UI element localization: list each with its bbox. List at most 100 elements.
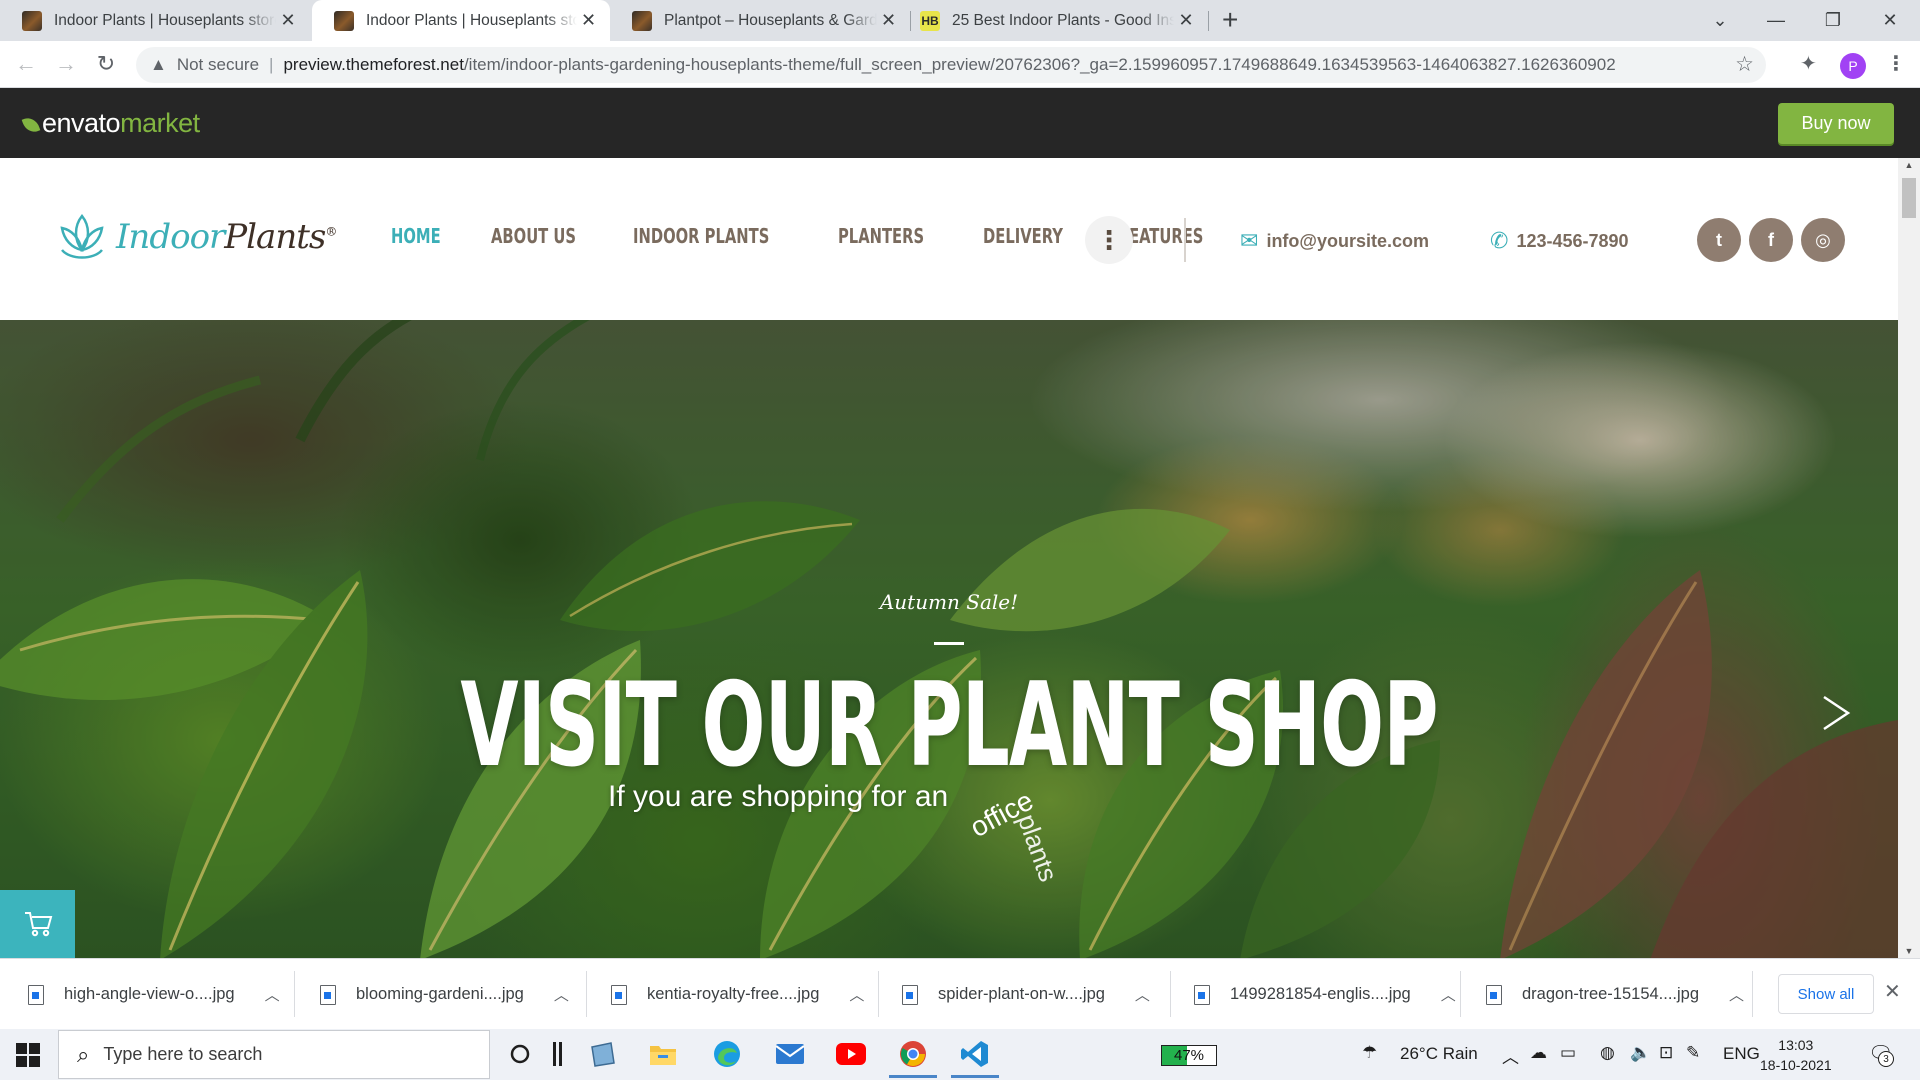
more-menu-button[interactable]: ⋮ bbox=[1085, 216, 1133, 264]
notification-center-button[interactable]: 🗨 3 bbox=[1868, 1041, 1894, 1067]
tab-2-active[interactable]: Indoor Plants | Houseplants store ✕ bbox=[312, 0, 610, 41]
chevron-up-icon[interactable]: ︿ bbox=[554, 984, 569, 1005]
nav-indoor-plants[interactable]: INDOOR PLANTS bbox=[633, 224, 769, 248]
url-host[interactable]: preview.themeforest.net bbox=[283, 55, 463, 75]
tablet-app-icon[interactable] bbox=[585, 1037, 621, 1071]
close-window-button[interactable]: ✕ bbox=[1862, 0, 1918, 41]
minimize-button[interactable]: — bbox=[1748, 0, 1804, 41]
cortana-icon[interactable] bbox=[502, 1037, 538, 1071]
twitter-button[interactable]: t bbox=[1697, 218, 1741, 262]
download-item[interactable]: spider-plant-on-w....jpg ︿ bbox=[902, 959, 1150, 1030]
mail-app-icon[interactable] bbox=[772, 1037, 808, 1071]
edge-browser-icon[interactable] bbox=[709, 1037, 745, 1071]
youtube-app-icon[interactable] bbox=[833, 1037, 869, 1071]
email-address[interactable]: info@yoursite.com bbox=[1266, 231, 1429, 252]
download-item[interactable]: high-angle-view-o....jpg ︿ bbox=[28, 959, 280, 1030]
site-logo[interactable]: IndoorPlants® bbox=[54, 210, 337, 264]
reload-button[interactable]: ↻ bbox=[90, 48, 122, 80]
weather-rain-icon[interactable]: ☂ bbox=[1362, 1043, 1377, 1063]
network-globe-icon[interactable]: ◍ bbox=[1600, 1043, 1615, 1063]
slider-next-arrow-icon[interactable] bbox=[1818, 695, 1854, 731]
close-tab-icon[interactable]: ✕ bbox=[877, 10, 900, 31]
url-path[interactable]: /item/indoor-plants-gardening-houseplant… bbox=[464, 55, 1616, 75]
cloud-sync-icon[interactable]: ☁ bbox=[1530, 1043, 1547, 1063]
download-filename[interactable]: 1499281854-englis....jpg bbox=[1230, 985, 1411, 1004]
battery-indicator[interactable]: 47% bbox=[1161, 1045, 1217, 1066]
warning-triangle-icon[interactable]: ▲ bbox=[150, 55, 167, 75]
nav-planters[interactable]: PLANTERS bbox=[838, 224, 924, 248]
nav-home[interactable]: HOME bbox=[391, 224, 441, 248]
show-hidden-icons-chevron-icon[interactable]: ︿ bbox=[1502, 1043, 1519, 1068]
download-filename[interactable]: spider-plant-on-w....jpg bbox=[938, 985, 1105, 1004]
taskbar-search-placeholder[interactable]: Type here to search bbox=[103, 1044, 262, 1065]
hb-favicon-icon: HB bbox=[920, 10, 940, 31]
plant-favicon-icon bbox=[632, 10, 652, 31]
image-file-icon bbox=[1194, 984, 1210, 1005]
chevron-up-icon[interactable]: ︿ bbox=[1135, 984, 1150, 1005]
nav-delivery[interactable]: DELIVERY bbox=[983, 224, 1063, 248]
task-view-icon[interactable] bbox=[540, 1037, 576, 1071]
buy-now-button[interactable]: Buy now bbox=[1778, 103, 1894, 144]
download-item[interactable]: dragon-tree-15154....jpg ︿ bbox=[1486, 959, 1744, 1030]
scroll-down-arrow-icon[interactable]: ▼ bbox=[1898, 946, 1920, 956]
back-button[interactable]: ← bbox=[10, 48, 42, 80]
envelope-icon: ✉ bbox=[1240, 228, 1259, 253]
address-bar[interactable]: ▲ Not secure | preview.themeforest.net/i… bbox=[136, 47, 1766, 83]
chevron-up-icon[interactable]: ︿ bbox=[265, 984, 280, 1005]
contact-phone[interactable]: ✆ 123-456-7890 bbox=[1490, 228, 1629, 254]
meet-now-icon[interactable]: ⊡ bbox=[1659, 1043, 1673, 1063]
phone-number[interactable]: 123-456-7890 bbox=[1516, 231, 1628, 252]
hero-subline: If you are shopping for an bbox=[608, 780, 949, 813]
restore-button[interactable]: ❐ bbox=[1805, 0, 1861, 41]
nav-about-us[interactable]: ABOUT US bbox=[491, 224, 576, 248]
show-all-downloads-button[interactable]: Show all bbox=[1778, 974, 1874, 1014]
vscode-app-icon[interactable] bbox=[951, 1037, 999, 1078]
envato-market-logo[interactable]: envatomarket bbox=[21, 108, 200, 139]
scroll-up-arrow-icon[interactable]: ▲ bbox=[1898, 160, 1920, 170]
extensions-puzzle-icon[interactable]: ✦ bbox=[1800, 51, 1817, 76]
page-scrollbar[interactable]: ▲ ▼ bbox=[1898, 158, 1920, 958]
download-filename[interactable]: dragon-tree-15154....jpg bbox=[1522, 985, 1699, 1004]
tab-search-chevron-icon[interactable]: ⌄ bbox=[1692, 0, 1748, 41]
chevron-up-icon[interactable]: ︿ bbox=[1441, 984, 1456, 1005]
download-item[interactable]: blooming-gardeni....jpg ︿ bbox=[320, 959, 569, 1030]
security-label[interactable]: Not secure bbox=[177, 55, 259, 75]
new-tab-button[interactable]: + bbox=[1222, 4, 1238, 36]
tab-1[interactable]: Indoor Plants | Houseplants store ✕ bbox=[0, 0, 312, 41]
chrome-menu-icon[interactable]: ⋮ bbox=[1886, 51, 1906, 76]
download-filename[interactable]: kentia-royalty-free....jpg bbox=[647, 985, 819, 1004]
bookmark-star-icon[interactable]: ☆ bbox=[1735, 52, 1754, 77]
chevron-up-icon[interactable]: ︿ bbox=[1729, 984, 1744, 1005]
instagram-button[interactable]: ◎ bbox=[1801, 218, 1845, 262]
download-filename[interactable]: blooming-gardeni....jpg bbox=[356, 985, 524, 1004]
facebook-button[interactable]: f bbox=[1749, 218, 1793, 262]
tab-3[interactable]: Plantpot – Houseplants & Garden ✕ bbox=[610, 0, 910, 41]
close-tab-icon[interactable]: ✕ bbox=[1174, 10, 1198, 31]
file-explorer-icon[interactable] bbox=[645, 1037, 681, 1071]
side-cart-button[interactable] bbox=[0, 890, 75, 958]
chrome-app-icon[interactable] bbox=[889, 1037, 937, 1078]
forward-button[interactable]: → bbox=[50, 48, 82, 80]
scrollbar-thumb[interactable] bbox=[1902, 178, 1916, 218]
system-clock[interactable]: 13:03 18-10-2021 bbox=[1760, 1035, 1832, 1075]
weather-text[interactable]: 26°C Rain bbox=[1400, 1044, 1478, 1064]
pen-icon[interactable]: ✎ bbox=[1686, 1043, 1700, 1063]
chevron-up-icon[interactable]: ︿ bbox=[849, 984, 864, 1005]
tab-4[interactable]: HB 25 Best Indoor Plants - Good Insi ✕ bbox=[898, 0, 1208, 41]
volume-icon[interactable]: 🔈 bbox=[1630, 1043, 1651, 1063]
close-tab-icon[interactable]: ✕ bbox=[577, 10, 600, 31]
close-tab-icon[interactable]: ✕ bbox=[276, 10, 300, 31]
battery-tray-icon[interactable]: ▭ bbox=[1560, 1043, 1576, 1063]
registered-mark: ® bbox=[325, 224, 337, 239]
taskbar-search-box[interactable]: ⌕ Type here to search bbox=[58, 1030, 490, 1079]
side-toolbar bbox=[0, 890, 75, 958]
download-item[interactable]: kentia-royalty-free....jpg ︿ bbox=[611, 959, 864, 1030]
download-item[interactable]: 1499281854-englis....jpg ︿ bbox=[1194, 959, 1456, 1030]
download-filename[interactable]: high-angle-view-o....jpg bbox=[64, 985, 235, 1004]
profile-avatar[interactable]: P bbox=[1840, 53, 1866, 79]
close-shelf-icon[interactable]: ✕ bbox=[1884, 979, 1901, 1004]
hero-kicker: Autumn Sale! bbox=[879, 590, 1019, 614]
windows-start-icon[interactable] bbox=[16, 1043, 40, 1067]
contact-email[interactable]: ✉ info@yoursite.com bbox=[1240, 228, 1429, 254]
input-language[interactable]: ENG bbox=[1723, 1044, 1760, 1064]
